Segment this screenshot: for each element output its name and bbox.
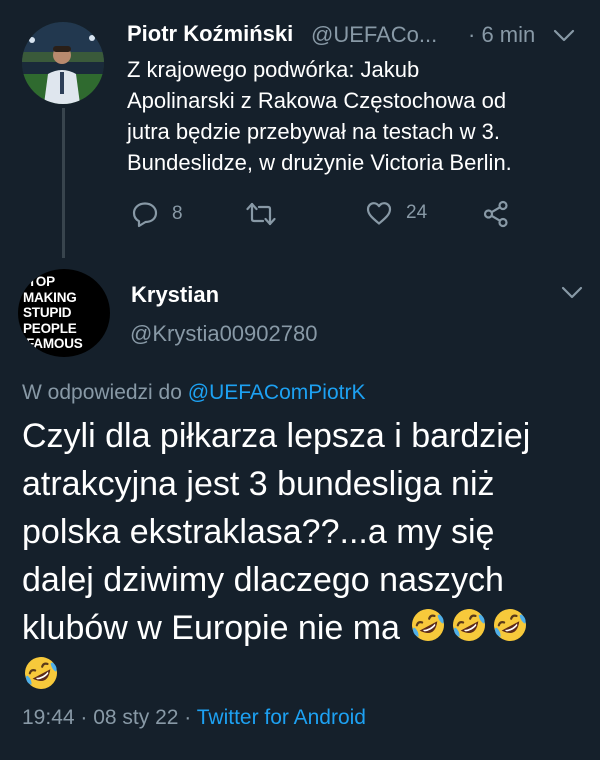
avatar-text-line: STUPID xyxy=(23,305,72,320)
avatar-text-line: PEOPLE xyxy=(23,320,77,336)
author-name[interactable]: Krystian xyxy=(131,282,219,308)
tweet-text-line: klubów w Europie nie ma xyxy=(22,609,400,647)
tweet-text-line: Apolinarski z Rakowa Częstochowa od xyxy=(127,88,507,113)
tweet-text-line: dalej dziwimy dlaczego naszych xyxy=(22,561,504,599)
author-handle[interactable]: @UEFACo... xyxy=(311,22,437,48)
reply-button[interactable]: 8 xyxy=(131,200,183,228)
tweet-meta: 19:44 · 08 sty 22 · Twitter for Android xyxy=(22,706,366,730)
avatar[interactable]: TOP MAKING STUPID PEOPLE FAMOUS xyxy=(18,269,110,357)
rofl-emoji-icon xyxy=(491,606,529,644)
tweet-text-line: Z krajowego podwórka: Jakub xyxy=(127,57,420,82)
avatar-text-line: TOP xyxy=(28,274,55,289)
author-name[interactable]: Piotr Koźmiński xyxy=(127,21,293,47)
replying-to: W odpowiedzi do @UEFAComPiotrK xyxy=(22,381,365,405)
avatar-text-line: FAMOUS xyxy=(26,336,83,351)
share-button[interactable] xyxy=(482,200,510,228)
rofl-emoji-icon xyxy=(450,606,488,644)
tweet-text-line: polska ekstraklasa??...a my się xyxy=(22,513,495,551)
tweet-text-line: jutra będzie przebywał na testach w 3. xyxy=(127,119,500,144)
like-count: 24 xyxy=(406,202,428,223)
rofl-emoji-icon xyxy=(22,654,60,692)
tweet-text-line: Czyli dla piłkarza lepsza i bardziej xyxy=(22,417,531,455)
avatar-text: TOP MAKING STUPID PEOPLE FAMOUS xyxy=(22,274,110,352)
author-handle[interactable]: @Krystia00902780 xyxy=(130,321,317,347)
chevron-down-icon[interactable] xyxy=(552,28,576,44)
retweet-icon xyxy=(246,202,276,226)
tweet-time[interactable]: · 6 min xyxy=(468,22,535,48)
share-icon xyxy=(483,200,508,228)
tweet-text-line: Bundeslidze, w drużynie Victoria Berlin. xyxy=(127,150,512,175)
avatar[interactable] xyxy=(22,22,104,104)
reply-icon xyxy=(132,202,158,228)
replying-to-label: W odpowiedzi do xyxy=(22,381,182,404)
avatar-text-line: MAKING xyxy=(23,289,77,305)
tweet-text-line: atrakcyjna jest 3 bundesliga niż xyxy=(22,465,495,503)
avatar-photo xyxy=(22,22,104,104)
reply-count: 8 xyxy=(172,203,183,224)
heart-icon xyxy=(366,202,392,225)
chevron-down-icon[interactable] xyxy=(560,285,584,301)
thread-connector-line xyxy=(62,108,65,258)
like-button[interactable]: 24 xyxy=(365,200,427,226)
tweet-timestamp[interactable]: 19:44 · 08 sty 22 · xyxy=(22,706,191,729)
mention-link[interactable]: @UEFAComPiotrK xyxy=(188,381,366,404)
rofl-emoji-icon xyxy=(409,606,447,644)
source-client-link[interactable]: Twitter for Android xyxy=(197,706,366,729)
tweet-text: Czyli dla piłkarza lepsza i bardziej atr… xyxy=(22,412,582,700)
retweet-button[interactable] xyxy=(245,200,277,228)
tweet-text: Z krajowego podwórka: Jakub Apolinarski … xyxy=(127,54,577,178)
